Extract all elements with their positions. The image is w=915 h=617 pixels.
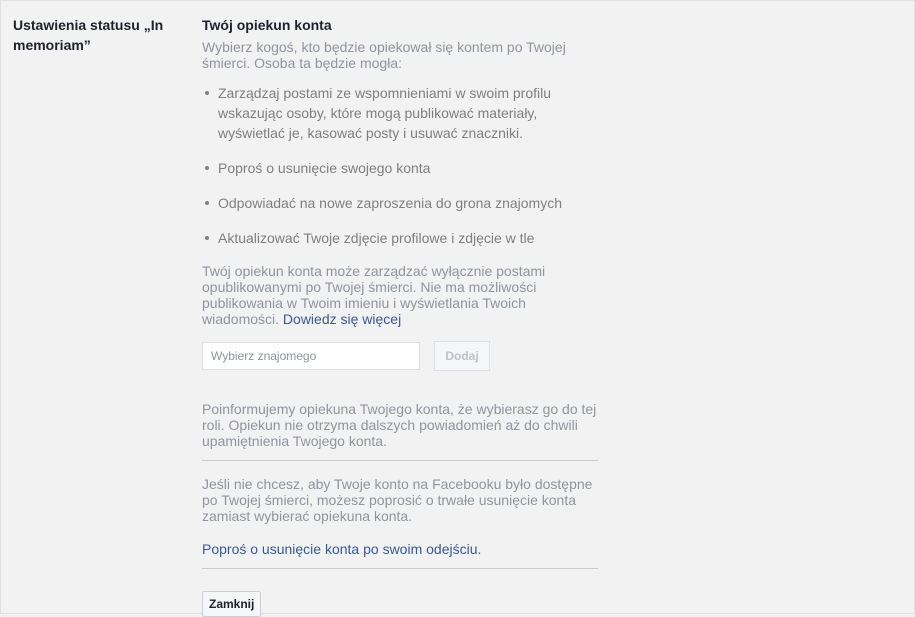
close-button[interactable]: Zamknij	[202, 591, 262, 617]
delete-info-text: Jeśli nie chcesz, aby Twoje konto na Fac…	[202, 476, 593, 524]
section-title: Twój opiekun konta	[202, 17, 332, 33]
delete-account-link[interactable]: Poproś o usunięcie konta po swoim odejśc…	[202, 541, 478, 557]
divider	[202, 568, 598, 569]
legacy-contact-section: Twój opiekun konta Wybierz kogoś, kto bę…	[202, 15, 602, 617]
add-button[interactable]: Dodaj	[434, 341, 490, 371]
list-item: Poproś o usunięcie swojego konta	[202, 158, 602, 178]
intro-text: Wybierz kogoś, kto będzie opiekował się …	[202, 39, 566, 71]
capabilities-list: Zarządzaj postami ze wspomnieniami w swo…	[202, 83, 602, 248]
delete-account-link-row: Poproś o usunięcie konta po swoim odejśc…	[202, 540, 602, 558]
list-item: Odpowiadać na nowe zaproszenia do grona …	[202, 193, 602, 213]
add-contact-row: Dodaj	[202, 341, 602, 371]
list-item: Aktualizować Twoje zdjęcie profilowe i z…	[202, 228, 602, 248]
notify-text: Poinformujemy opiekuna Twojego konta, że…	[202, 401, 597, 449]
delete-link-suffix: .	[477, 541, 482, 557]
learn-more-link[interactable]: Dowiedz się więcej	[283, 311, 401, 327]
list-item: Zarządzaj postami ze wspomnieniami w swo…	[202, 83, 602, 143]
limitation-paragraph: Twój opiekun konta może zarządzać wyłącz…	[202, 263, 602, 327]
section-label: Ustawienia statusu „In memoriam”	[13, 17, 164, 53]
friend-search-input[interactable]	[202, 342, 420, 370]
settings-panel: Ustawienia statusu „In memoriam” Twój op…	[0, 0, 915, 617]
divider	[202, 460, 598, 461]
